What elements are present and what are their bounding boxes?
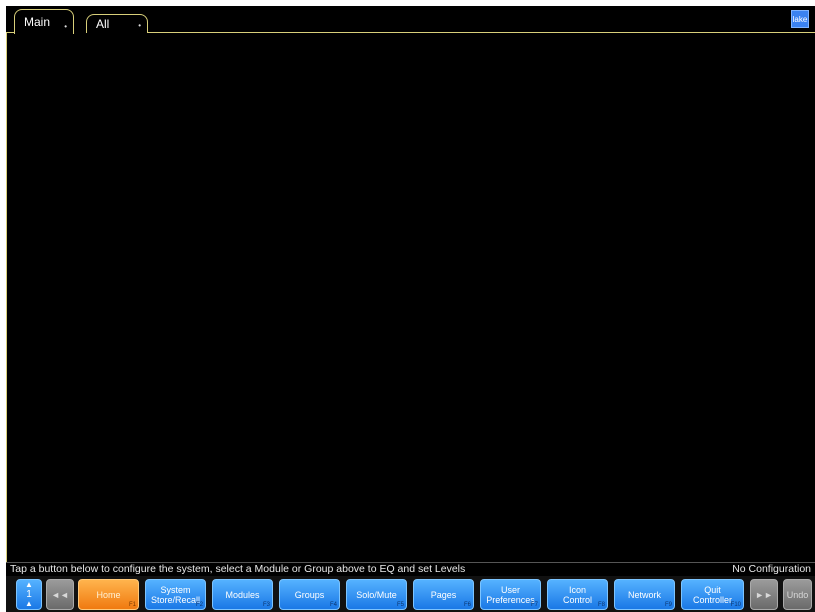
bottom-toolbar: ▲ 1 ▲ ◄◄ Home F1 System Store/Recall F2 … [6, 576, 815, 612]
logo-text: lake [792, 15, 808, 24]
function-key-label: F6 [463, 602, 471, 608]
tab-strip: Main • All • lake [6, 6, 815, 34]
function-key-label: F5 [396, 602, 404, 608]
button-label-line1: Icon [568, 584, 586, 595]
previous-icon: ◄◄ [51, 589, 69, 600]
function-key-label: F7 [530, 602, 538, 608]
modules-button[interactable]: Modules F3 [212, 579, 273, 610]
configuration-status: No Configuration [732, 563, 811, 575]
lake-controller-window: Main • All • lake Tap a button below to … [0, 0, 815, 612]
main-workspace[interactable] [6, 33, 815, 562]
function-key-label: F1 [128, 602, 136, 608]
button-label-line2: Control [562, 594, 592, 605]
modules-button-label: Modules [225, 589, 260, 600]
tab-menu-indicator-icon: • [64, 22, 67, 31]
function-key-label: F10 [730, 602, 741, 608]
arrow-down-icon: ▲ [25, 599, 33, 608]
home-button-label: Home [96, 589, 121, 600]
page-scroll-button[interactable]: ▲ 1 ▲ [16, 579, 42, 610]
tab-all-label: All [96, 17, 110, 31]
tab-all[interactable]: All • [86, 14, 148, 33]
function-key-label: F4 [329, 602, 337, 608]
network-button[interactable]: Network F9 [614, 579, 675, 610]
previous-page-button[interactable]: ◄◄ [46, 579, 74, 610]
tab-menu-indicator-icon: • [138, 21, 141, 30]
button-label-line1: User [500, 584, 520, 595]
button-label-line2: Controller [692, 594, 732, 605]
function-key-label: F2 [195, 602, 203, 608]
groups-button-label: Groups [294, 589, 325, 600]
solo-mute-button-label: Solo/Mute [356, 589, 397, 600]
quit-controller-button[interactable]: Quit Controller F10 [681, 579, 744, 610]
undo-button[interactable]: Undo [783, 579, 812, 610]
pages-button[interactable]: Pages F6 [413, 579, 474, 610]
button-label-line2: Preferences [486, 594, 535, 605]
system-store-recall-button[interactable]: System Store/Recall F2 [145, 579, 206, 610]
function-key-label: F3 [262, 602, 270, 608]
function-key-label: F9 [664, 602, 672, 608]
icon-control-button[interactable]: Icon Control F8 [547, 579, 608, 610]
function-key-label: F8 [597, 602, 605, 608]
button-label-line1: System [160, 584, 191, 595]
network-button-label: Network [627, 589, 661, 600]
tab-main-label: Main [24, 15, 51, 29]
home-button[interactable]: Home F1 [78, 579, 139, 610]
pages-button-label: Pages [430, 589, 457, 600]
button-label-line1: Quit [704, 584, 721, 595]
solo-mute-button[interactable]: Solo/Mute F5 [346, 579, 407, 610]
next-icon: ►► [755, 589, 773, 600]
groups-button[interactable]: Groups F4 [279, 579, 340, 610]
status-message: Tap a button below to configure the syst… [10, 563, 466, 575]
undo-button-label: Undo [786, 589, 809, 600]
button-label-line2: Store/Recall [150, 594, 201, 605]
user-preferences-button[interactable]: User Preferences F7 [480, 579, 541, 610]
tab-main[interactable]: Main • [14, 9, 74, 34]
status-bar: Tap a button below to configure the syst… [6, 562, 815, 576]
arrow-up-icon: ▲ [25, 580, 33, 589]
lake-logo-icon: lake [791, 10, 809, 28]
next-page-button[interactable]: ►► [750, 579, 778, 610]
